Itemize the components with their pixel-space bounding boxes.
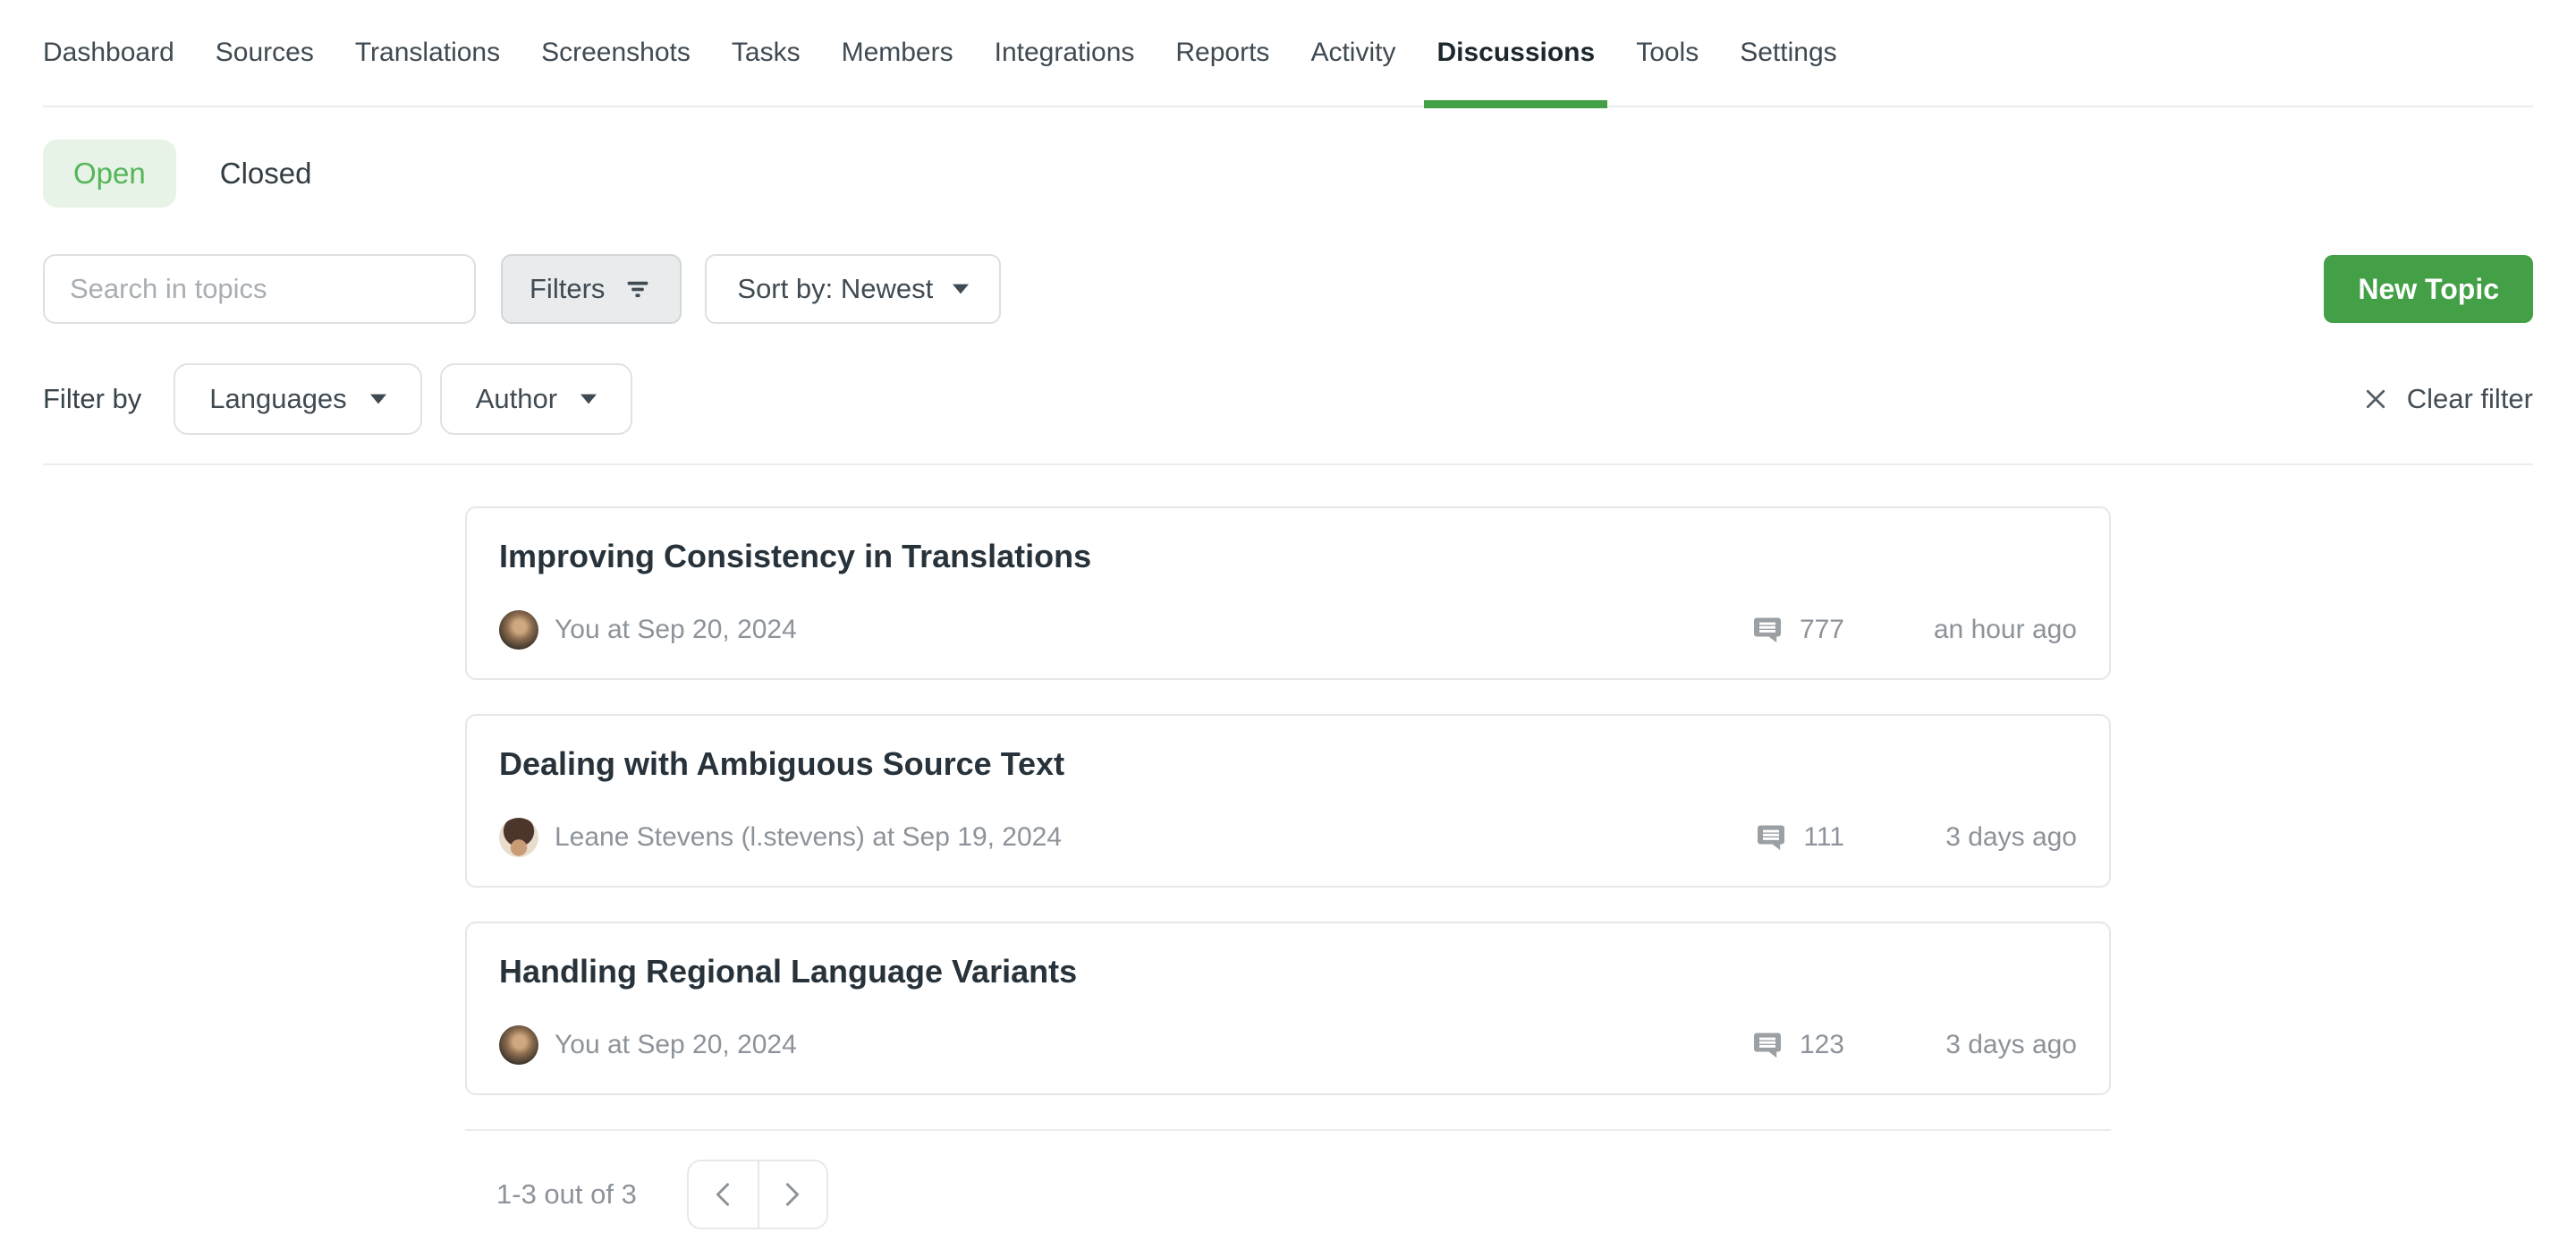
last-activity-time: an hour ago (1880, 615, 2077, 645)
nav-item-settings[interactable]: Settings (1740, 0, 1836, 106)
sort-button-label: Sort by: Newest (737, 273, 933, 305)
nav-item-tools[interactable]: Tools (1636, 0, 1699, 106)
next-page-button[interactable] (758, 1161, 826, 1228)
filter-lines-icon (623, 274, 653, 304)
search-input[interactable] (43, 254, 476, 324)
author-line: Leane Stevens (l.stevens) at Sep 19, 202… (555, 822, 1755, 853)
nav-item-reports[interactable]: Reports (1175, 0, 1269, 106)
nav-item-tasks[interactable]: Tasks (732, 0, 801, 106)
discussion-meta: Leane Stevens (l.stevens) at Sep 19, 202… (499, 818, 2077, 857)
avatar (499, 1025, 538, 1065)
comment-count: 111 (1803, 822, 1844, 853)
close-icon (2362, 386, 2389, 412)
filters-button[interactable]: Filters (501, 254, 682, 324)
section-divider (43, 463, 2533, 465)
pagination: 1-3 out of 3 (465, 1160, 2111, 1229)
filters-button-label: Filters (530, 273, 605, 305)
chevron-right-icon (783, 1183, 802, 1206)
languages-dropdown-label: Languages (209, 383, 346, 415)
author-dropdown-label: Author (476, 383, 557, 415)
tab-closed-label: Closed (220, 157, 312, 190)
discussion-title[interactable]: Improving Consistency in Translations (499, 535, 2077, 578)
prev-page-button[interactable] (689, 1161, 758, 1228)
comment-count: 777 (1800, 615, 1844, 645)
tab-closed[interactable]: Closed (220, 157, 312, 191)
chevron-left-icon (713, 1183, 733, 1206)
discussion-card[interactable]: Improving Consistency in Translations Yo… (465, 506, 2111, 680)
author-dropdown[interactable]: Author (440, 363, 632, 435)
caret-down-icon (370, 394, 386, 404)
discussion-meta: You at Sep 20, 2024 123 3 days a (499, 1025, 2077, 1065)
nav-item-screenshots[interactable]: Screenshots (541, 0, 691, 106)
discussion-meta: You at Sep 20, 2024 777 an hour (499, 610, 2077, 650)
new-topic-button[interactable]: New Topic (2324, 255, 2533, 323)
clear-filter-button[interactable]: Clear filter (2362, 383, 2533, 415)
comment-count-group: 111 (1755, 821, 1844, 854)
page-summary: 1-3 out of 3 (496, 1178, 637, 1211)
caret-down-icon (580, 394, 597, 404)
discussion-title[interactable]: Dealing with Ambiguous Source Text (499, 743, 2077, 786)
author-line: You at Sep 20, 2024 (555, 615, 1751, 645)
comment-count: 123 (1800, 1030, 1844, 1060)
filter-by-label: Filter by (43, 383, 141, 415)
comment-count-group: 123 (1751, 1029, 1844, 1061)
discussions-page: Dashboard Sources Translations Screensho… (0, 0, 2576, 1229)
avatar (499, 818, 538, 857)
discussion-card[interactable]: Handling Regional Language Variants You … (465, 922, 2111, 1095)
toolbar: Filters Sort by: Newest New Topic (43, 254, 2533, 324)
nav-item-sources[interactable]: Sources (216, 0, 314, 106)
nav-item-translations[interactable]: Translations (355, 0, 500, 106)
comment-icon (1751, 614, 1784, 646)
list-footer-divider (465, 1129, 2111, 1131)
status-tabs: Open Closed (43, 140, 2533, 208)
discussion-card[interactable]: Dealing with Ambiguous Source Text Leane… (465, 714, 2111, 888)
discussion-list: Improving Consistency in Translations Yo… (465, 506, 2111, 1229)
languages-dropdown[interactable]: Languages (174, 363, 421, 435)
filter-bar: Filter by Languages Author (43, 363, 2533, 435)
tab-open-label: Open (73, 157, 146, 191)
nav-item-activity[interactable]: Activity (1310, 0, 1395, 106)
nav-item-integrations[interactable]: Integrations (995, 0, 1135, 106)
nav-item-members[interactable]: Members (842, 0, 953, 106)
discussion-title[interactable]: Handling Regional Language Variants (499, 950, 2077, 993)
comment-count-group: 777 (1751, 614, 1844, 646)
pager-group (687, 1160, 828, 1229)
nav-item-discussions[interactable]: Discussions (1436, 0, 1595, 106)
author-line: You at Sep 20, 2024 (555, 1030, 1751, 1060)
avatar (499, 610, 538, 650)
caret-down-icon (953, 284, 969, 294)
tab-open[interactable]: Open (43, 140, 176, 208)
nav-item-dashboard[interactable]: Dashboard (43, 0, 174, 106)
clear-filter-label: Clear filter (2407, 383, 2533, 415)
comment-icon (1751, 1029, 1784, 1061)
sort-button[interactable]: Sort by: Newest (705, 254, 1001, 324)
comment-icon (1755, 821, 1787, 854)
top-nav: Dashboard Sources Translations Screensho… (43, 0, 2533, 107)
last-activity-time: 3 days ago (1880, 1030, 2077, 1060)
last-activity-time: 3 days ago (1880, 822, 2077, 853)
